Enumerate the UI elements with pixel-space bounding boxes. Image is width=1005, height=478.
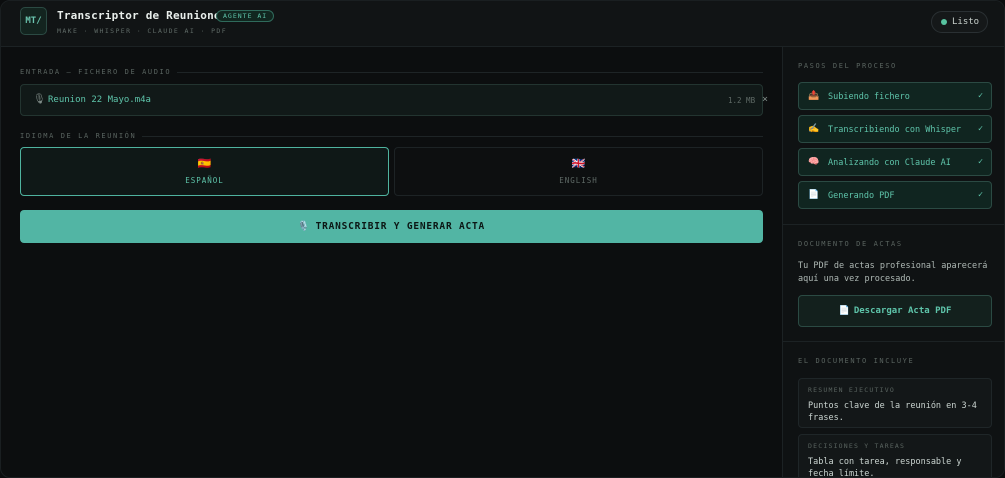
file-name: Reunion 22 Mayo.m4a [48, 95, 151, 105]
include-card-summary: RESUMEN EJECUTIVO Puntos clave de la reu… [798, 378, 992, 428]
transcribe-button-label: TRANSCRIBIR Y GENERAR ACTA [315, 221, 486, 232]
header: MT/ Transcriptor de Reuniones AGENTE AI … [1, 1, 1004, 47]
step-label: Generando PDF [828, 191, 895, 201]
download-pdf-button[interactable]: 📄 Descargar Acta PDF [798, 295, 992, 327]
microphone-icon: 🎙 [33, 94, 46, 105]
check-icon: ✓ [978, 91, 984, 101]
step-label: Analizando con Claude AI [828, 158, 951, 168]
uk-flag-icon: 🇬🇧 [571, 157, 586, 170]
download-pdf-label: Descargar Acta PDF [853, 306, 952, 316]
step-generate-pdf: 📄 Generando PDF ✓ [798, 181, 992, 209]
brain-icon: 🧠 [808, 157, 820, 167]
includes-heading: EL DOCUMENTO INCLUYE [798, 357, 915, 365]
check-icon: ✓ [978, 190, 984, 200]
agent-badge: AGENTE AI [216, 10, 275, 22]
check-icon: ✓ [978, 157, 984, 167]
check-icon: ✓ [978, 124, 984, 134]
include-card-text: Tabla con tarea, responsable y fecha lím… [808, 457, 962, 478]
language-option-english[interactable]: 🇬🇧 ENGLISH [394, 147, 763, 196]
writing-icon: ✍️ [808, 124, 820, 134]
language-label: ENGLISH [559, 176, 598, 185]
language-label: ESPAÑOL [185, 176, 224, 185]
audio-file-row[interactable]: 🎙 Reunion 22 Mayo.m4a 1.2 MB × [20, 84, 768, 116]
document-heading: DOCUMENTO DE ACTAS [798, 240, 903, 248]
app-logo: MT/ [20, 7, 47, 35]
language-section-label: IDIOMA DE LA REUNIÓN [20, 132, 763, 140]
input-section-label: ENTRADA — FICHERO DE AUDIO [20, 68, 763, 76]
section-divider [177, 71, 763, 73]
include-card-title: RESUMEN EJECUTIVO [808, 386, 895, 394]
status-pill: Listo [931, 11, 988, 33]
upload-icon: 📤 [808, 91, 820, 101]
step-upload: 📤 Subiendo fichero ✓ [798, 82, 992, 110]
include-card-title: DECISIONES Y TAREAS [808, 442, 906, 450]
language-section-label-text: IDIOMA DE LA REUNIÓN [20, 132, 137, 140]
include-card-decisions: DECISIONES Y TAREAS Tabla con tarea, res… [798, 434, 992, 478]
step-label: Subiendo fichero [828, 92, 910, 102]
include-card-text: Puntos clave de la reunión en 3-4 frases… [808, 401, 977, 423]
sidebar-divider [783, 224, 1004, 225]
spain-flag-icon: 🇪🇸 [197, 157, 212, 170]
steps-heading: PASOS DEL PROCESO [798, 62, 897, 70]
step-label: Transcribiendo con Whisper [828, 125, 962, 135]
status-dot-icon [941, 19, 947, 25]
app-window: MT/ Transcriptor de Reuniones AGENTE AI … [0, 0, 1005, 478]
sidebar-divider [783, 341, 1004, 342]
document-icon: 📄 [838, 306, 850, 316]
transcribe-button[interactable]: 🎙️ TRANSCRIBIR Y GENERAR ACTA [20, 210, 763, 243]
status-label: Listo [952, 17, 980, 27]
document-description: Tu PDF de actas profesional aparecerá aq… [798, 261, 988, 284]
step-transcribe: ✍️ Transcribiendo con Whisper ✓ [798, 115, 992, 143]
file-size: 1.2 MB [728, 96, 756, 105]
app-title: Transcriptor de Reuniones [57, 9, 228, 22]
app-subtitle: MAKE · WHISPER · CLAUDE AI · PDF [57, 27, 228, 35]
remove-file-icon[interactable]: × [762, 94, 768, 105]
microphone-icon: 🎙️ [297, 221, 311, 232]
section-divider [142, 135, 763, 137]
sidebar: PASOS DEL PROCESO 📤 Subiendo fichero ✓ ✍… [782, 47, 1004, 478]
step-analyze: 🧠 Analizando con Claude AI ✓ [798, 148, 992, 176]
input-section-label-text: ENTRADA — FICHERO DE AUDIO [20, 68, 172, 76]
document-icon: 📄 [808, 190, 820, 200]
language-option-spanish[interactable]: 🇪🇸 ESPAÑOL [20, 147, 389, 196]
